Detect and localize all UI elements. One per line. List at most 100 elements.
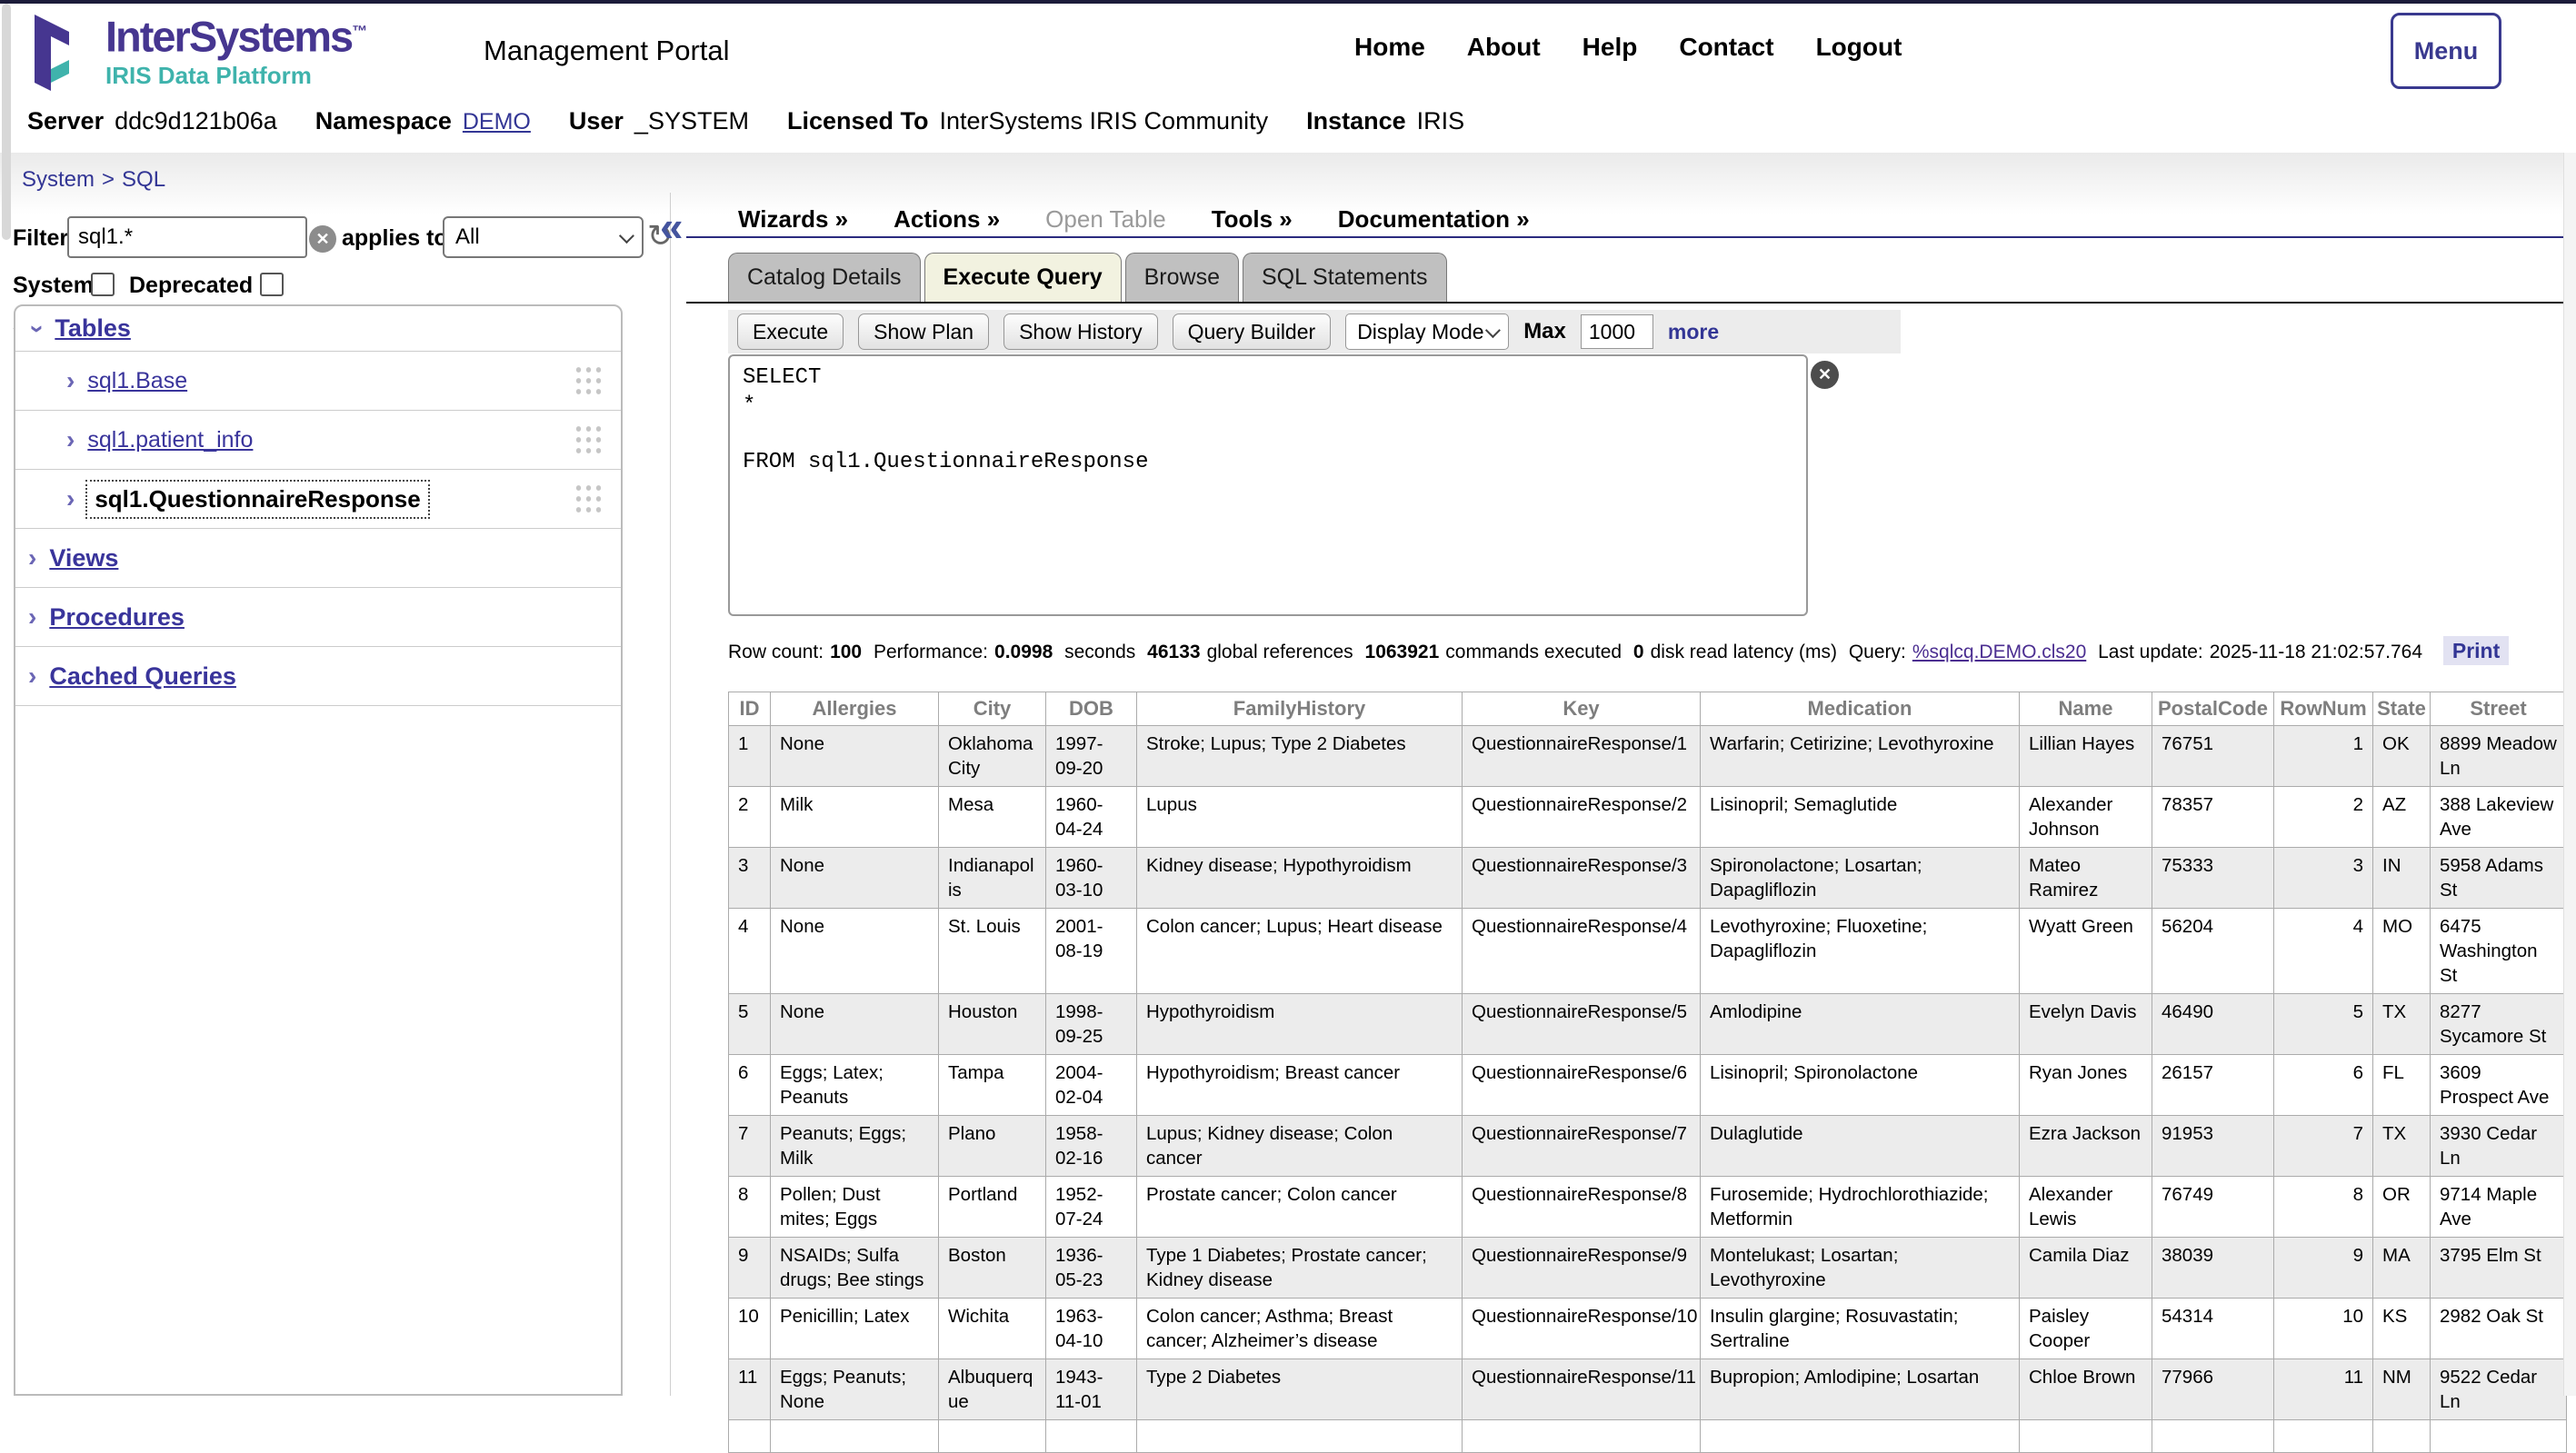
button-execute[interactable]: Execute (737, 313, 844, 350)
table-link-sql1-patient-info[interactable]: sql1.patient_info (87, 427, 253, 453)
tab-browse[interactable]: Browse (1125, 253, 1239, 302)
max-input[interactable] (1581, 314, 1653, 349)
tab-sql-statements[interactable]: SQL Statements (1243, 253, 1447, 302)
print-button[interactable]: Print (2443, 636, 2509, 665)
toolbar-documentation[interactable]: Documentation » (1338, 205, 1530, 234)
table-row: 7Peanuts; Eggs; MilkPlano1958-02-16Lupus… (729, 1116, 2567, 1177)
tab-baseline (686, 302, 2564, 304)
column-header-id: ID (729, 692, 771, 726)
breadcrumb-sql: SQL (122, 167, 165, 192)
commands-label: commands executed (1445, 642, 1622, 662)
info-value: ddc9d121b06a (115, 107, 277, 135)
scrollbar-thumb[interactable] (2, 4, 11, 240)
cell-postalcode: 77966 (2152, 1359, 2274, 1420)
cell-name: Chloe Brown (2020, 1359, 2152, 1420)
query-stats: Row count:100 Performance:0.0998 seconds… (728, 639, 2515, 663)
cell-state: MO (2373, 909, 2431, 994)
table-link-sql1-base[interactable]: sql1.Base (87, 368, 187, 394)
cell-key: QuestionnaireResponse/7 (1463, 1116, 1701, 1177)
toolbar-tools[interactable]: Tools » (1212, 205, 1293, 234)
toolbar-underline (686, 236, 2564, 238)
filter-input[interactable] (67, 216, 307, 258)
chevron-down-icon (1485, 323, 1501, 338)
button-query-builder[interactable]: Query Builder (1173, 313, 1332, 350)
nav-logout[interactable]: Logout (1816, 33, 1902, 62)
table-link-sql1-questionnaireresponse[interactable]: sql1.QuestionnaireResponse (87, 482, 427, 517)
table-row: 9NSAIDs; Sulfa drugs; Bee stingsBoston19… (729, 1238, 2567, 1299)
chevron-right-icon[interactable]: › (28, 662, 36, 691)
cell-state: TX (2373, 1116, 2431, 1177)
system-checkbox[interactable] (91, 273, 115, 296)
drag-handle-icon[interactable] (574, 364, 601, 399)
cell-dob: 1943-11-01 (1046, 1359, 1137, 1420)
row-count-value: 100 (830, 642, 862, 662)
cell-key: QuestionnaireResponse/9 (1463, 1238, 1701, 1299)
nav-contact[interactable]: Contact (1679, 33, 1773, 62)
menu-button[interactable]: Menu (2391, 13, 2501, 89)
cell-id: 1 (729, 726, 771, 787)
info-value-link[interactable]: DEMO (463, 109, 531, 135)
commands-value: 1063921 (1365, 642, 1440, 662)
cell-state: AZ (2373, 787, 2431, 848)
breadcrumb-system[interactable]: System (22, 167, 95, 192)
nav-about[interactable]: About (1467, 33, 1541, 62)
filter-clear-icon[interactable]: ✕ (309, 225, 336, 253)
display-mode-value: Display Mode (1357, 320, 1483, 344)
cell-name: Alexander Johnson (2020, 787, 2152, 848)
query-clear-icon[interactable]: ✕ (1811, 361, 1839, 389)
more-link[interactable]: more (1668, 320, 1719, 344)
chevron-right-icon[interactable]: › (28, 543, 36, 572)
chevron-right-icon[interactable]: › (66, 366, 75, 395)
page-title: Management Portal (484, 35, 730, 67)
cell-allergies (771, 1420, 939, 1453)
cell-familyhistory: Prostate cancer; Colon cancer (1137, 1177, 1463, 1238)
cell-key: QuestionnaireResponse/2 (1463, 787, 1701, 848)
cell-postalcode: 56204 (2152, 909, 2274, 994)
query-class-link[interactable]: %sqlcq.DEMO.cls20 (1912, 642, 2086, 662)
chevron-right-icon[interactable]: › (66, 425, 75, 454)
tab-execute-query[interactable]: Execute Query (924, 253, 1122, 302)
chevron-expanded-icon[interactable]: › (24, 324, 53, 333)
info-label: User (569, 107, 624, 135)
cell-familyhistory: Lupus (1137, 787, 1463, 848)
applies-to-select[interactable]: All (443, 216, 644, 258)
cell-familyhistory: Colon cancer; Asthma; Breast cancer; Alz… (1137, 1299, 1463, 1359)
cell-rownum (2274, 1420, 2373, 1453)
performance-value: 0.0998 (994, 642, 1053, 662)
cell-rownum: 1 (2274, 726, 2373, 787)
drag-handle-icon[interactable] (574, 423, 601, 458)
cell-medication: Lisinopril; Semaglutide (1701, 787, 2020, 848)
column-header-dob: DOB (1046, 692, 1137, 726)
query-textarea[interactable]: SELECT * FROM sql1.QuestionnaireResponse (728, 354, 1808, 616)
sidebar-item-procedures[interactable]: Procedures (49, 603, 185, 632)
cell-medication: Lisinopril; Spironolactone (1701, 1055, 2020, 1116)
chevron-right-icon[interactable]: › (28, 602, 36, 632)
chevron-right-icon[interactable]: › (66, 484, 75, 513)
nav-home[interactable]: Home (1354, 33, 1425, 62)
cell-key: QuestionnaireResponse/3 (1463, 848, 1701, 909)
table-row: 11Eggs; Peanuts; NoneAlbuquerque1943-11-… (729, 1359, 2567, 1420)
drag-handle-icon[interactable] (574, 483, 601, 517)
cell-allergies: None (771, 726, 939, 787)
sidebar-item-tables[interactable]: Tables (55, 314, 131, 343)
schema-tree-panel: ›Tables›sql1.Base›sql1.patient_info›sql1… (14, 304, 623, 1396)
info-label: Licensed To (787, 107, 929, 135)
cell-rownum: 7 (2274, 1116, 2373, 1177)
sidebar-item-views[interactable]: Views (49, 544, 118, 572)
toolbar-actions[interactable]: Actions » (894, 205, 1000, 234)
cell-city: Indianapolis (939, 848, 1046, 909)
button-show-plan[interactable]: Show Plan (858, 313, 989, 350)
deprecated-checkbox[interactable] (260, 273, 284, 296)
button-show-history[interactable]: Show History (1003, 313, 1157, 350)
nav-help[interactable]: Help (1583, 33, 1638, 62)
cell-key: QuestionnaireResponse/10 (1463, 1299, 1701, 1359)
cell-state: KS (2373, 1299, 2431, 1359)
collapse-sidebar-icon[interactable]: « (660, 202, 684, 251)
tab-catalog-details[interactable]: Catalog Details (728, 253, 921, 302)
vertical-scrollbar[interactable] (2563, 153, 2576, 1396)
disk-latency-value: 0 (1633, 642, 1644, 662)
cell-city: Mesa (939, 787, 1046, 848)
display-mode-select[interactable]: Display Mode (1345, 313, 1509, 350)
toolbar-wizards[interactable]: Wizards » (738, 205, 848, 234)
sidebar-item-cached-queries[interactable]: Cached Queries (49, 662, 236, 691)
